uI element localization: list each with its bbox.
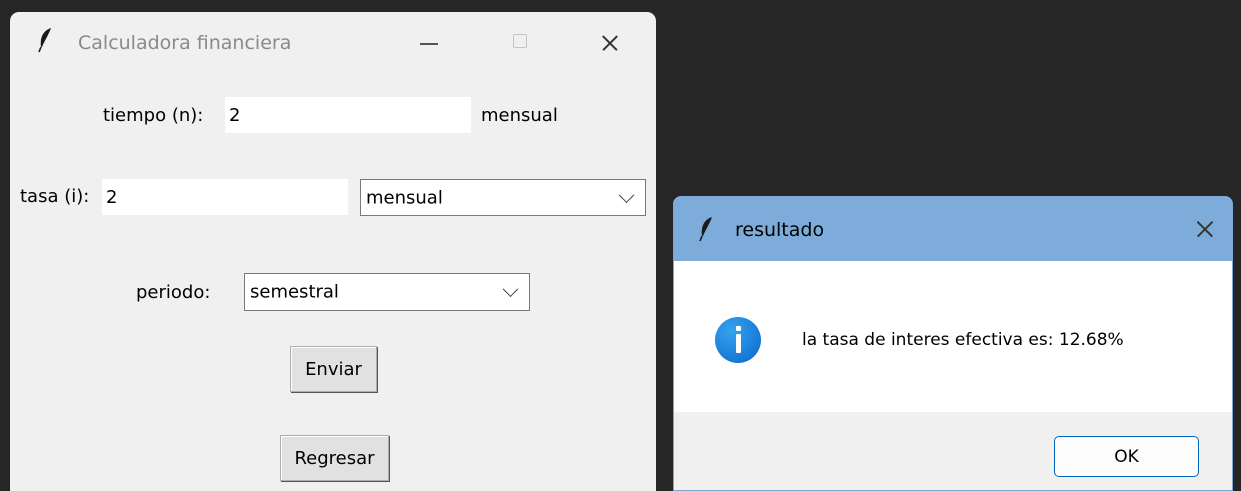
result-message: la tasa de interes efectiva es: 12.68%	[802, 330, 1124, 350]
tiempo-input[interactable]	[225, 97, 471, 133]
periodo-label: periodo:	[136, 282, 211, 303]
dialog-footer: OK	[674, 412, 1232, 490]
periodo-select[interactable]: semestral	[244, 273, 530, 311]
info-icon	[715, 317, 761, 363]
window-title: Calculadora financiera	[78, 32, 292, 54]
close-icon	[600, 33, 620, 53]
chevron-down-icon	[502, 281, 519, 298]
ok-button[interactable]: OK	[1054, 436, 1199, 477]
enviar-button[interactable]: Enviar	[290, 346, 377, 392]
close-button[interactable]	[590, 26, 630, 60]
main-titlebar[interactable]: Calculadora financiera	[10, 12, 656, 76]
tasa-period-value: mensual	[366, 187, 443, 208]
maximize-icon[interactable]	[503, 26, 537, 60]
tasa-label: tasa (i):	[20, 186, 90, 207]
result-dialog: resultado la tasa de interes efectiva es…	[673, 196, 1233, 491]
feather-icon	[38, 28, 51, 53]
periodo-value: semestral	[250, 281, 339, 303]
tasa-period-select[interactable]: mensual	[360, 179, 646, 216]
tiempo-unit-label: mensual	[481, 105, 558, 126]
tasa-input[interactable]	[102, 179, 348, 215]
dialog-titlebar[interactable]: resultado	[674, 197, 1232, 261]
info-icon-dot	[736, 326, 741, 331]
dialog-close-icon[interactable]	[1194, 218, 1215, 239]
regresar-button[interactable]: Regresar	[280, 435, 389, 481]
minimize-icon[interactable]	[410, 26, 446, 60]
info-icon-stem	[736, 334, 741, 353]
calculator-window: Calculadora financiera tiempo (n): mensu…	[10, 12, 656, 491]
dialog-title: resultado	[735, 219, 825, 241]
chevron-down-icon	[618, 186, 635, 203]
feather-icon	[699, 217, 712, 242]
tiempo-label: tiempo (n):	[103, 105, 204, 126]
